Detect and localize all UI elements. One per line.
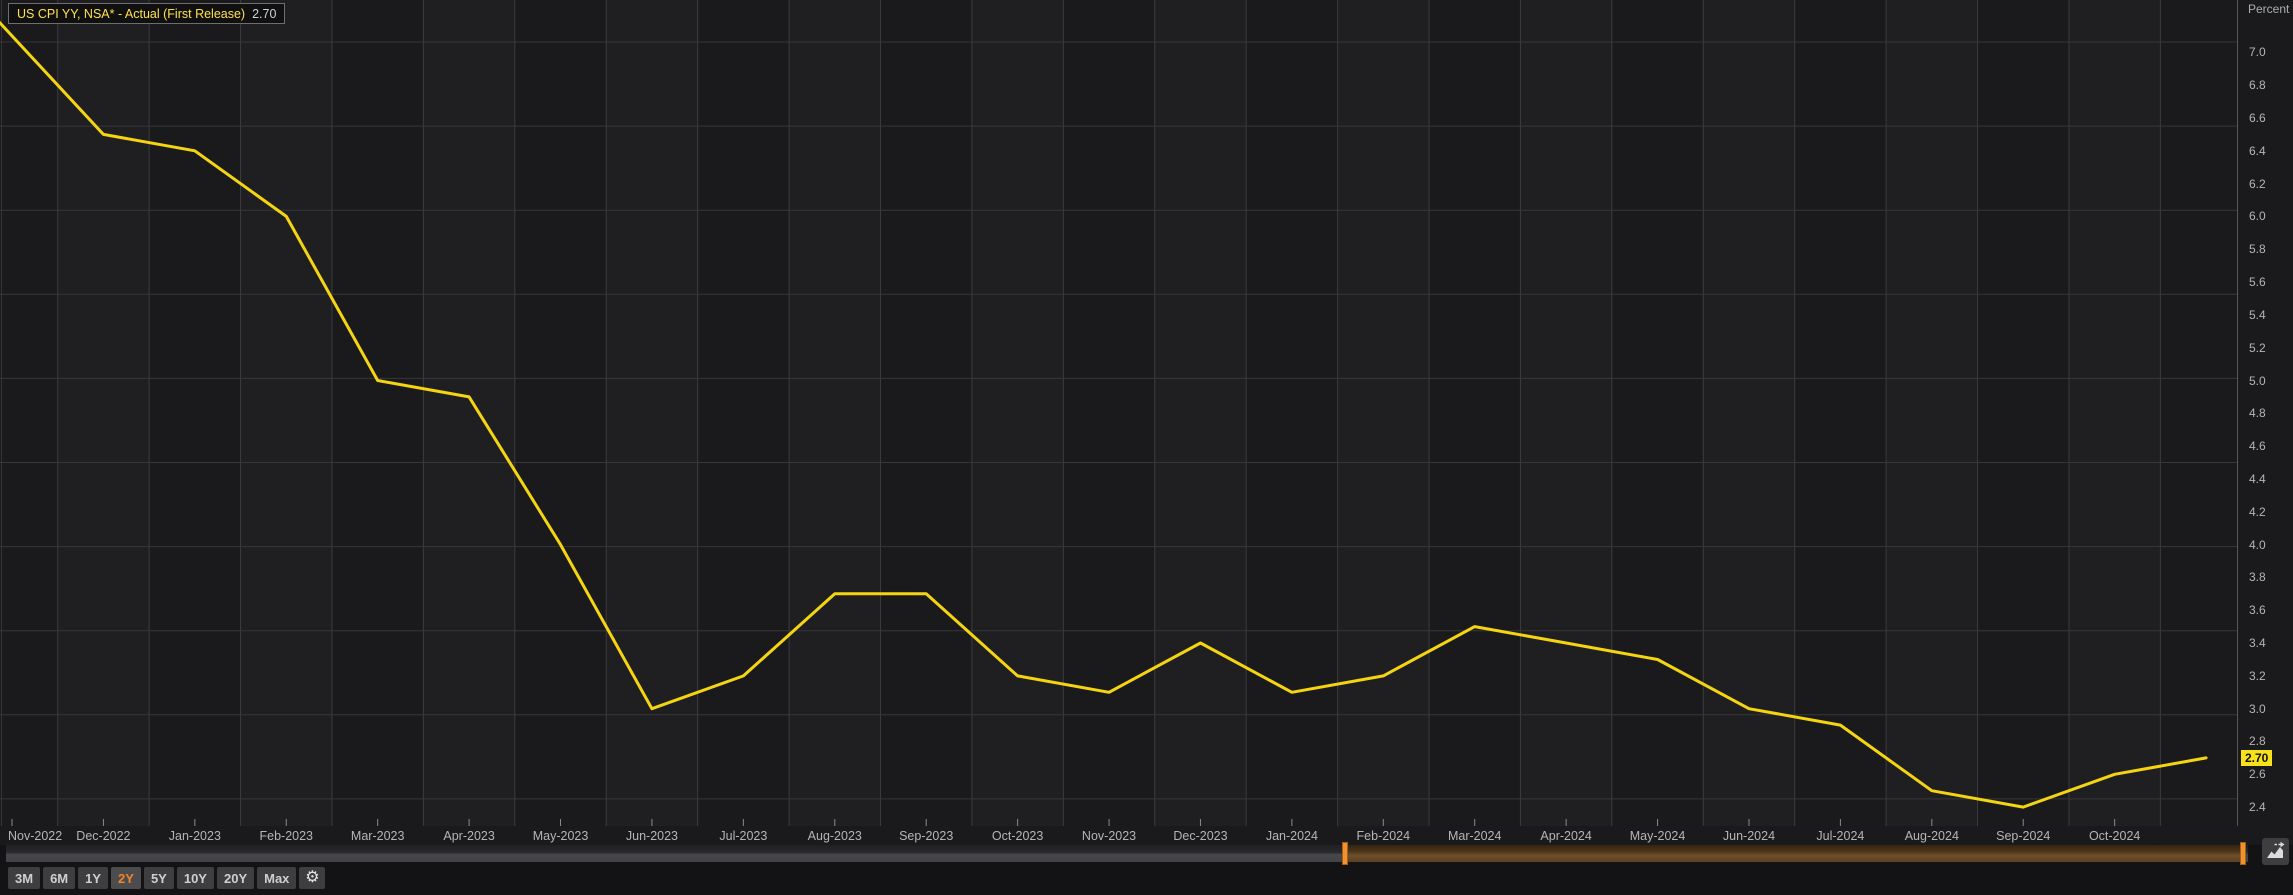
last-value-badge: 2.70 bbox=[2241, 750, 2272, 766]
x-axis-label: Apr-2024 bbox=[1540, 829, 1591, 843]
time-range-selected-window[interactable] bbox=[1348, 845, 2242, 862]
x-axis-label: Oct-2024 bbox=[2089, 829, 2140, 843]
x-axis-label: Feb-2023 bbox=[259, 829, 313, 843]
range-button-5y[interactable]: 5Y bbox=[144, 867, 174, 889]
y-axis-unit-label: Percent bbox=[2248, 2, 2289, 16]
range-button-20y[interactable]: 20Y bbox=[217, 867, 254, 889]
range-handle-left[interactable] bbox=[1342, 842, 1348, 865]
chart-export-button[interactable] bbox=[2262, 838, 2289, 865]
y-axis-label: 3.4 bbox=[2249, 636, 2266, 650]
month-band bbox=[241, 0, 332, 826]
range-button-10y[interactable]: 10Y bbox=[177, 867, 214, 889]
x-axis-label: Dec-2023 bbox=[1173, 829, 1227, 843]
series-label: US CPI YY, NSA* - Actual (First Release) bbox=[17, 7, 245, 21]
x-axis-label: Sep-2023 bbox=[899, 829, 953, 843]
y-axis-label: 5.2 bbox=[2249, 341, 2266, 355]
x-axis-label: Jul-2024 bbox=[1816, 829, 1864, 843]
month-band bbox=[789, 0, 880, 826]
x-axis-label: Jun-2024 bbox=[1723, 829, 1775, 843]
y-axis-label: 4.8 bbox=[2249, 406, 2266, 420]
y-axis-label: 6.2 bbox=[2249, 177, 2266, 191]
y-axis-label: 4.6 bbox=[2249, 439, 2266, 453]
chart-window: US CPI YY, NSA* - Actual (First Release)… bbox=[0, 0, 2293, 895]
gear-icon[interactable]: ⚙ bbox=[299, 867, 325, 889]
x-axis-label: Apr-2023 bbox=[443, 829, 494, 843]
range-button-2y[interactable]: 2Y bbox=[111, 867, 141, 889]
range-button-1y[interactable]: 1Y bbox=[78, 867, 108, 889]
x-axis-label: Jun-2023 bbox=[626, 829, 678, 843]
y-axis-label: 3.6 bbox=[2249, 603, 2266, 617]
x-axis-label: Oct-2023 bbox=[992, 829, 1043, 843]
x-axis-label: Aug-2024 bbox=[1905, 829, 1959, 843]
area-chart-arrow-icon bbox=[2262, 838, 2289, 865]
x-axis-label: Jan-2024 bbox=[1266, 829, 1318, 843]
plot-area[interactable] bbox=[0, 0, 2237, 826]
month-band bbox=[606, 0, 697, 826]
x-axis-label: Aug-2023 bbox=[808, 829, 862, 843]
series-legend[interactable]: US CPI YY, NSA* - Actual (First Release)… bbox=[8, 3, 285, 24]
range-button-3m[interactable]: 3M bbox=[8, 867, 40, 889]
range-button-bar: 3M6M1Y2Y5Y10Y20YMax⚙ bbox=[8, 867, 325, 889]
month-band bbox=[1155, 0, 1246, 826]
x-axis-label: Nov-2023 bbox=[1082, 829, 1136, 843]
month-band bbox=[1338, 0, 1429, 826]
month-band bbox=[1703, 0, 1794, 826]
series-latest-value: 2.70 bbox=[252, 7, 276, 21]
y-axis-label: 5.0 bbox=[2249, 374, 2266, 388]
x-axis-label: Dec-2022 bbox=[76, 829, 130, 843]
x-axis-label: Nov-2022 bbox=[8, 829, 62, 843]
y-axis: Percent 7.0 6.8 6.6 6.4 6.2 6.0 5.8 5.6 5.4 5.2 5.… bbox=[2237, 0, 2293, 826]
y-axis-label: 6.0 bbox=[2249, 209, 2266, 223]
x-axis-label: Feb-2024 bbox=[1357, 829, 1411, 843]
y-axis-label: 3.2 bbox=[2249, 669, 2266, 683]
y-axis-label: 7.0 bbox=[2249, 45, 2266, 59]
chart-footer: 3M6M1Y2Y5Y10Y20YMax⚙ bbox=[0, 845, 2293, 895]
month-band bbox=[1520, 0, 1611, 826]
y-axis-label: 3.8 bbox=[2249, 570, 2266, 584]
y-axis-label: 4.0 bbox=[2249, 538, 2266, 552]
range-button-6m[interactable]: 6M bbox=[43, 867, 75, 889]
x-axis-label: Jan-2023 bbox=[169, 829, 221, 843]
y-axis-label: 5.8 bbox=[2249, 242, 2266, 256]
y-axis-label: 5.6 bbox=[2249, 275, 2266, 289]
x-axis-label: Sep-2024 bbox=[1996, 829, 2050, 843]
y-axis-label: 2.6 bbox=[2249, 767, 2266, 781]
y-axis-label: 5.4 bbox=[2249, 308, 2266, 322]
y-axis-label: 3.0 bbox=[2249, 702, 2266, 716]
month-band bbox=[2069, 0, 2160, 826]
range-button-max[interactable]: Max bbox=[257, 867, 296, 889]
y-axis-label: 4.2 bbox=[2249, 505, 2266, 519]
y-axis-label: 2.8 bbox=[2249, 734, 2266, 748]
y-axis-label: 2.4 bbox=[2249, 800, 2266, 814]
x-axis-label: Mar-2023 bbox=[351, 829, 405, 843]
x-axis-label: Mar-2024 bbox=[1448, 829, 1502, 843]
x-axis-label: Jul-2023 bbox=[719, 829, 767, 843]
x-axis-label: May-2024 bbox=[1630, 829, 1686, 843]
y-axis-label: 6.8 bbox=[2249, 78, 2266, 92]
month-band bbox=[972, 0, 1063, 826]
x-axis-label: May-2023 bbox=[533, 829, 589, 843]
month-band bbox=[1886, 0, 1977, 826]
y-axis-label: 4.4 bbox=[2249, 472, 2266, 486]
y-axis-label: 6.4 bbox=[2249, 144, 2266, 158]
y-axis-label: 6.6 bbox=[2249, 111, 2266, 125]
month-band bbox=[423, 0, 514, 826]
range-handle-right[interactable] bbox=[2240, 842, 2246, 865]
month-band bbox=[58, 0, 149, 826]
